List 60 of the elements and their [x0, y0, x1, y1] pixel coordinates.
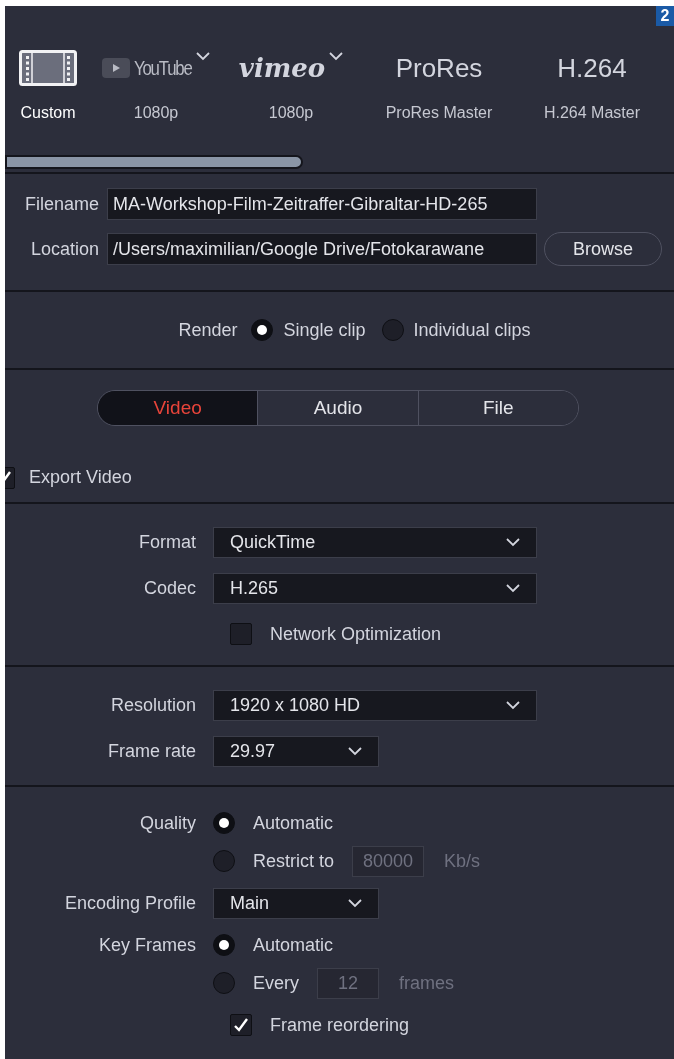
radio-label: Restrict to: [253, 849, 335, 873]
preset-label[interactable]: 1080p: [268, 101, 314, 125]
checkmark-icon: [233, 1017, 249, 1033]
play-icon: [102, 58, 130, 78]
field-label: Key Frames: [98, 933, 196, 957]
text-field[interactable]: /Users/maximilian/Google Drive/Fotokarawane: [107, 233, 537, 265]
dropdown[interactable]: 1920 x 1080 HD: [213, 689, 537, 721]
radio-button[interactable]: [381, 319, 404, 341]
youtube-logo[interactable]: YouTube: [134, 52, 192, 84]
browse-button[interactable]: Browse: [544, 232, 662, 266]
text-field[interactable]: MA-Workshop-Film-Zeitraffer-Gibraltar-HD-265: [107, 188, 537, 220]
field-label: Resolution: [109, 693, 197, 717]
field-label: Filename: [23, 192, 100, 216]
chevron-down-icon: [348, 898, 362, 908]
vimeo-logo[interactable]: vimeo: [238, 48, 326, 88]
dropdown[interactable]: H.265: [213, 572, 537, 604]
scroll-thumb[interactable]: [5, 155, 303, 169]
chevron-down-icon: [348, 746, 362, 756]
checkbox-label: Network Optimization: [270, 622, 442, 646]
field-label: Frame rate: [106, 739, 197, 763]
checkbox-label: Export Video: [29, 466, 132, 489]
chevron-down-icon: [506, 700, 520, 710]
format-logo[interactable]: ProRes: [395, 48, 483, 88]
tab[interactable]: File: [417, 391, 578, 425]
radio-button[interactable]: [213, 972, 235, 994]
radio-button[interactable]: [213, 850, 235, 872]
chevron-down-icon: [506, 583, 520, 593]
radio-button[interactable]: [213, 812, 235, 834]
checkbox[interactable]: [230, 1014, 252, 1036]
field-label: Quality: [139, 811, 196, 835]
radio-label: Single clip: [283, 318, 366, 342]
preset-label[interactable]: 1080p: [133, 101, 179, 125]
radio-label: Individual clips: [413, 318, 531, 342]
checkbox-label: Frame reordering: [270, 1013, 410, 1037]
render-label: Render: [178, 318, 238, 342]
radio-label: Every: [253, 971, 299, 995]
checkbox[interactable]: [230, 623, 252, 645]
dropdown[interactable]: 29.97: [213, 735, 379, 767]
unit-label: frames: [399, 971, 455, 995]
chevron-down-icon[interactable]: [196, 52, 210, 61]
unit-label: Kb/s: [444, 849, 481, 873]
tab[interactable]: Video: [98, 391, 258, 425]
radio-button[interactable]: [213, 934, 235, 956]
field-label: Format: [138, 530, 197, 554]
dropdown[interactable]: QuickTime: [213, 526, 537, 558]
dropdown[interactable]: Main: [213, 887, 379, 919]
film-icon[interactable]: [19, 50, 77, 86]
preset-label[interactable]: H.264 Master: [543, 101, 640, 125]
figure-badge: 2: [656, 6, 674, 26]
field-label: Encoding Profile: [63, 891, 197, 915]
format-logo[interactable]: H.264: [557, 48, 627, 88]
chevron-down-icon[interactable]: [329, 52, 344, 61]
radio-label: Automatic: [253, 811, 334, 835]
chevron-down-icon: [506, 537, 520, 547]
radio-button[interactable]: [251, 319, 274, 341]
field-label: Codec: [142, 576, 197, 600]
preset-label[interactable]: Custom: [20, 101, 76, 125]
preset-label[interactable]: ProRes Master: [385, 101, 493, 125]
field-label: Location: [29, 237, 100, 261]
radio-label: Automatic: [253, 933, 334, 957]
